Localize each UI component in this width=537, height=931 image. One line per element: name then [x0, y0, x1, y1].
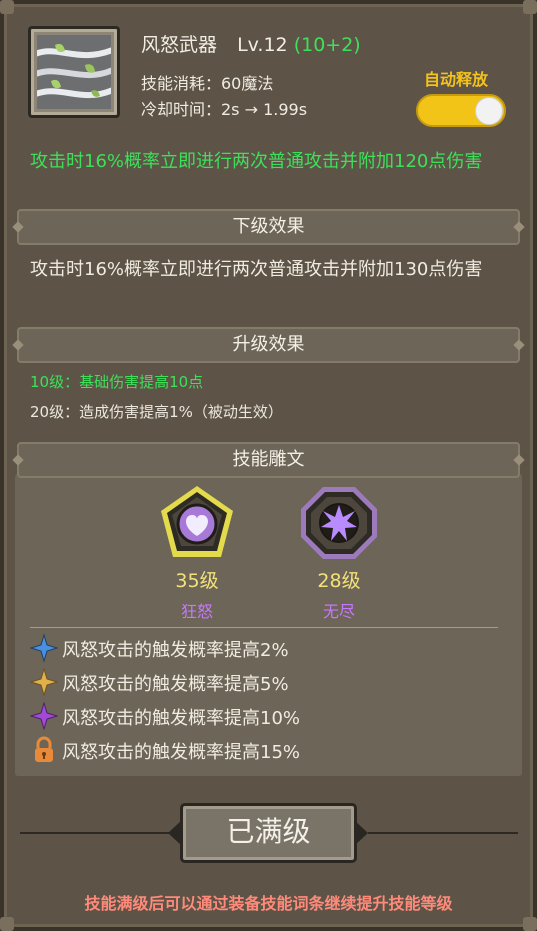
toggle-knob — [475, 97, 503, 125]
upgrade-header: 升级效果 — [17, 327, 520, 363]
rune-section — [15, 474, 522, 776]
rune-header: 技能雕文 — [17, 442, 520, 478]
upgrade-item: 10级：基础伤害提高10点 — [30, 373, 204, 391]
skill-icon-frame — [28, 26, 120, 118]
rune-level: 28级 — [317, 570, 361, 592]
next-level-header: 下级效果 — [17, 209, 520, 245]
rune-effect-text: 风怒攻击的触发概率提高15% — [62, 742, 301, 763]
button-divider-left — [20, 832, 170, 834]
rune-level: 35级 — [175, 570, 219, 592]
footer-hint: 技能满级后可以通过装备技能词条继续提升技能等级 — [84, 894, 453, 913]
frame-corner — [523, 917, 537, 931]
button-divider-right — [368, 832, 518, 834]
next-level-text: 攻击时16%概率立即进行两次普通攻击并附加130点伤害 — [30, 259, 483, 280]
skill-level: Lv.12 — [237, 34, 288, 56]
rune-effect-text: 风怒攻击的触发概率提高2% — [62, 640, 289, 661]
skill-cost: 技能消耗：60魔法 — [141, 74, 274, 93]
skill-name: 风怒武器 — [141, 34, 218, 56]
rune-divider — [30, 627, 498, 628]
max-level-button[interactable]: 已满级 — [180, 803, 357, 863]
rune-name: 狂怒 — [180, 602, 213, 621]
frame-corner — [523, 0, 537, 14]
skill-title: 风怒武器 Lv.12 (10+2) — [141, 30, 361, 57]
gold-star-icon — [30, 668, 58, 696]
skill-cooldown: 冷却时间：2s → 1.99s — [141, 100, 308, 119]
auto-cast-label: 自动释放 — [424, 70, 489, 89]
rune-effect-text: 风怒攻击的触发概率提高5% — [62, 674, 289, 695]
upgrade-item: 20级：造成伤害提高1%（被动生效） — [30, 403, 283, 421]
blue-star-icon — [30, 634, 58, 662]
rune-slot-rage[interactable] — [157, 483, 237, 563]
wind-leaves-icon — [37, 35, 111, 109]
frame-corner — [0, 0, 14, 14]
current-effect-text: 攻击时16%概率立即进行两次普通攻击并附加120点伤害 — [30, 151, 483, 172]
auto-cast-toggle[interactable] — [416, 94, 506, 127]
skill-level-bonus: (10+2) — [293, 34, 361, 56]
frame-corner — [0, 917, 14, 931]
purple-star-icon — [30, 702, 58, 730]
rune-effect-text: 风怒攻击的触发概率提高10% — [62, 708, 301, 729]
rune-slot-endless[interactable] — [299, 483, 379, 563]
rune-name: 无尽 — [322, 602, 355, 621]
lock-icon — [35, 736, 53, 762]
